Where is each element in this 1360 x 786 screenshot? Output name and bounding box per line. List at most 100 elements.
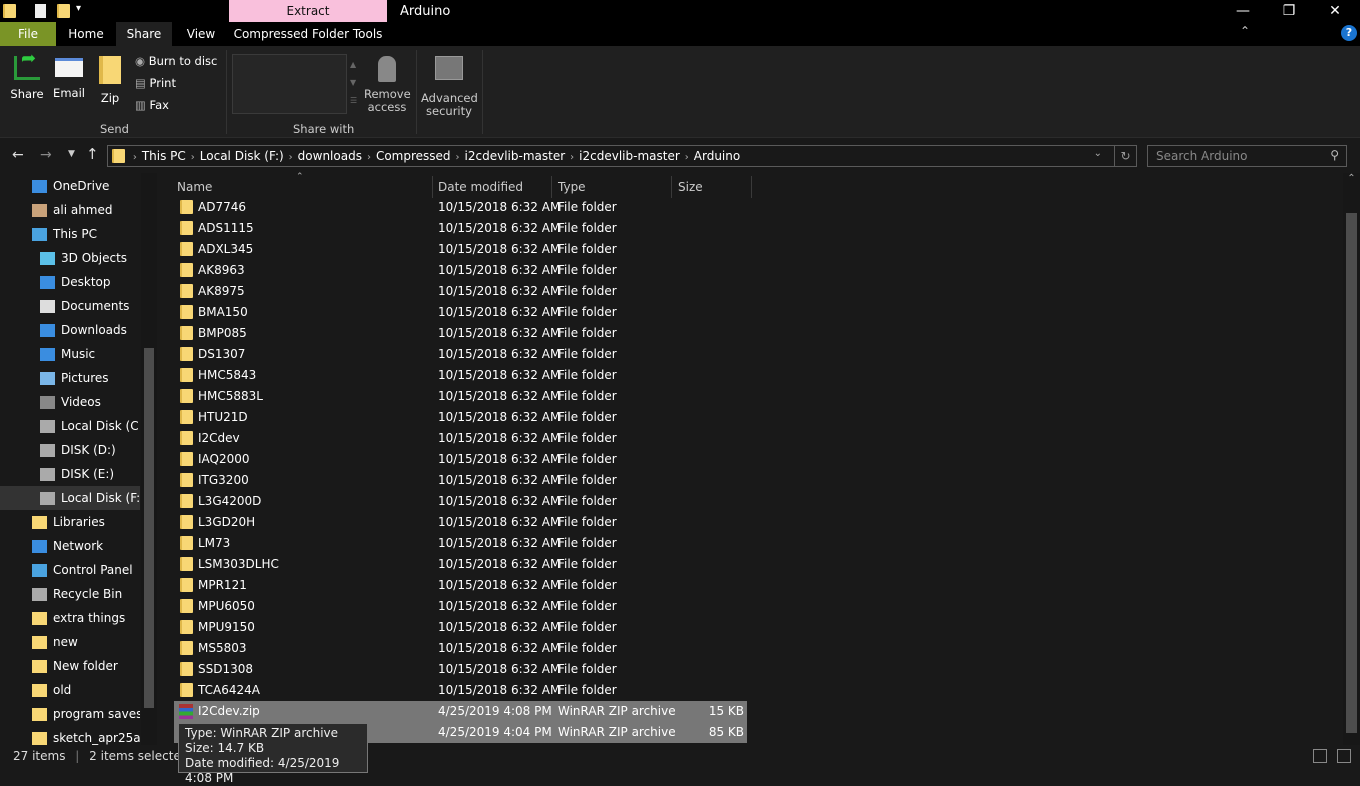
breadcrumb-item[interactable]: i2cdevlib-master	[574, 146, 685, 166]
email-button[interactable]: Email	[52, 56, 86, 100]
advanced-security-button[interactable]: Advanced security	[421, 56, 478, 118]
file-row[interactable]: AK8975 10/15/2018 6:32 AM File folder	[174, 281, 747, 302]
nav-item[interactable]: Pictures	[0, 366, 140, 390]
nav-item[interactable]: extra things	[0, 606, 140, 630]
file-row[interactable]: L3GD20H 10/15/2018 6:32 AM File folder	[174, 512, 747, 533]
tab-compressed-folder-tools[interactable]: Compressed Folder Tools	[230, 22, 386, 46]
breadcrumb-item[interactable]: downloads	[293, 146, 367, 166]
nav-item[interactable]: new	[0, 630, 140, 654]
address-dropdown-icon[interactable]: ⌄	[1094, 148, 1102, 159]
nav-item[interactable]: Control Panel	[0, 558, 140, 582]
tab-home[interactable]: Home	[58, 22, 114, 46]
file-row[interactable]: MPR121 10/15/2018 6:32 AM File folder	[174, 575, 747, 596]
tab-view[interactable]: View	[174, 22, 228, 46]
file-row[interactable]: HMC5843 10/15/2018 6:32 AM File folder	[174, 365, 747, 386]
file-row[interactable]: LM73 10/15/2018 6:32 AM File folder	[174, 533, 747, 554]
breadcrumb-item[interactable]: Compressed	[371, 146, 456, 166]
nav-item[interactable]: Videos	[0, 390, 140, 414]
properties-icon[interactable]	[35, 4, 46, 18]
nav-item[interactable]: OneDrive	[0, 174, 140, 198]
tab-share[interactable]: Share	[116, 22, 172, 46]
file-list-scrollbar[interactable]: ⌃	[1343, 173, 1360, 745]
file-row[interactable]: MPU9150 10/15/2018 6:32 AM File folder	[174, 617, 747, 638]
file-row[interactable]: TCA6424A 10/15/2018 6:32 AM File folder	[174, 680, 747, 701]
nav-item[interactable]: ali ahmed	[0, 198, 140, 222]
context-tab-extract[interactable]: Extract	[229, 0, 387, 22]
file-type: File folder	[558, 641, 617, 655]
file-row[interactable]: L3G4200D 10/15/2018 6:32 AM File folder	[174, 491, 747, 512]
nav-item[interactable]: Local Disk (F:)	[0, 486, 140, 510]
fax-button[interactable]: ▥ Fax	[135, 99, 169, 112]
details-view-button[interactable]	[1313, 749, 1327, 763]
breadcrumb-item[interactable]: i2cdevlib-master	[460, 146, 571, 166]
back-button[interactable]: ←	[12, 147, 24, 163]
nav-item[interactable]: Desktop	[0, 270, 140, 294]
nav-item[interactable]: Local Disk (C:)	[0, 414, 140, 438]
nav-item[interactable]: Music	[0, 342, 140, 366]
file-row[interactable]: AD7746 10/15/2018 6:32 AM File folder	[174, 197, 747, 218]
nav-item[interactable]: Recycle Bin	[0, 582, 140, 606]
nav-item[interactable]: This PC	[0, 222, 140, 246]
remove-access-button[interactable]: Remove access	[364, 56, 411, 114]
file-row[interactable]: MPU6050 10/15/2018 6:32 AM File folder	[174, 596, 747, 617]
customize-toolbar-icon[interactable]: ▾	[76, 3, 81, 14]
minimize-button[interactable]: —	[1220, 0, 1266, 22]
recent-locations-button[interactable]: ▼	[68, 149, 75, 159]
security-icon	[435, 56, 463, 80]
large-icons-view-button[interactable]	[1337, 749, 1351, 763]
breadcrumb-item[interactable]: Local Disk (F:)	[195, 146, 289, 166]
file-name: HMC5843	[198, 368, 257, 382]
up-button[interactable]: ↑	[86, 145, 99, 163]
help-icon[interactable]: ?	[1341, 25, 1357, 41]
file-row[interactable]: BMP085 10/15/2018 6:32 AM File folder	[174, 323, 747, 344]
file-row[interactable]: IAQ2000 10/15/2018 6:32 AM File folder	[174, 449, 747, 470]
file-row[interactable]: SSD1308 10/15/2018 6:32 AM File folder	[174, 659, 747, 680]
file-row[interactable]: HMC5883L 10/15/2018 6:32 AM File folder	[174, 386, 747, 407]
address-bar[interactable]: › This PC › Local Disk (F:) › downloads › Compr…	[107, 145, 1137, 167]
zip-button[interactable]: Zip	[96, 56, 124, 105]
share-with-list[interactable]	[232, 54, 347, 114]
folder-icon[interactable]	[3, 4, 16, 18]
nav-item[interactable]: DISK (E:)	[0, 462, 140, 486]
refresh-icon[interactable]: ↻	[1114, 146, 1136, 166]
nav-item[interactable]: program saves	[0, 702, 140, 726]
new-folder-icon[interactable]	[57, 4, 70, 18]
file-row[interactable]: BMA150 10/15/2018 6:32 AM File folder	[174, 302, 747, 323]
print-button[interactable]: ▤ Print	[135, 77, 176, 90]
search-input[interactable]: Search Arduino ⚲	[1147, 145, 1347, 167]
forward-button[interactable]: →	[40, 147, 52, 163]
column-header-date[interactable]: Date modified	[431, 176, 552, 198]
nav-item[interactable]: old	[0, 678, 140, 702]
column-header-name[interactable]: Name	[170, 176, 433, 198]
file-row[interactable]: AK8963 10/15/2018 6:32 AM File folder	[174, 260, 747, 281]
nav-item[interactable]: DISK (D:)	[0, 438, 140, 462]
tab-file[interactable]: File	[0, 22, 56, 46]
nav-item[interactable]: Documents	[0, 294, 140, 318]
nav-item-label: This PC	[53, 227, 97, 241]
nav-scrollbar[interactable]	[141, 173, 157, 745]
share-button[interactable]: ➦ Share	[8, 50, 46, 101]
column-header-size[interactable]: Size	[671, 176, 752, 198]
file-row[interactable]: I2Cdev 10/15/2018 6:32 AM File folder	[174, 428, 747, 449]
breadcrumb-item[interactable]: Arduino	[689, 146, 745, 166]
file-row[interactable]: HTU21D 10/15/2018 6:32 AM File folder	[174, 407, 747, 428]
file-row[interactable]: I2Cdev.zip 4/25/2019 4:08 PM WinRAR ZIP ar…	[174, 701, 747, 722]
nav-item[interactable]: Downloads	[0, 318, 140, 342]
nav-item[interactable]: Network	[0, 534, 140, 558]
nav-item[interactable]: Libraries	[0, 510, 140, 534]
nav-item[interactable]: New folder	[0, 654, 140, 678]
list-scroll-arrows[interactable]: ▲ ▼ ☰	[350, 56, 357, 110]
file-row[interactable]: MS5803 10/15/2018 6:32 AM File folder	[174, 638, 747, 659]
restore-button[interactable]: ❐	[1266, 0, 1312, 22]
file-row[interactable]: DS1307 10/15/2018 6:32 AM File folder	[174, 344, 747, 365]
collapse-ribbon-icon[interactable]: ⌃	[1240, 24, 1250, 38]
file-row[interactable]: LSM303DLHC 10/15/2018 6:32 AM File folder	[174, 554, 747, 575]
burn-to-disc-button[interactable]: ◉ Burn to disc	[135, 55, 217, 68]
nav-item[interactable]: 3D Objects	[0, 246, 140, 270]
file-row[interactable]: ADXL345 10/15/2018 6:32 AM File folder	[174, 239, 747, 260]
breadcrumb-item[interactable]: This PC	[137, 146, 191, 166]
file-row[interactable]: ADS1115 10/15/2018 6:32 AM File folder	[174, 218, 747, 239]
file-row[interactable]: ITG3200 10/15/2018 6:32 AM File folder	[174, 470, 747, 491]
column-header-type[interactable]: Type	[551, 176, 672, 198]
close-button[interactable]: ✕	[1312, 0, 1358, 22]
